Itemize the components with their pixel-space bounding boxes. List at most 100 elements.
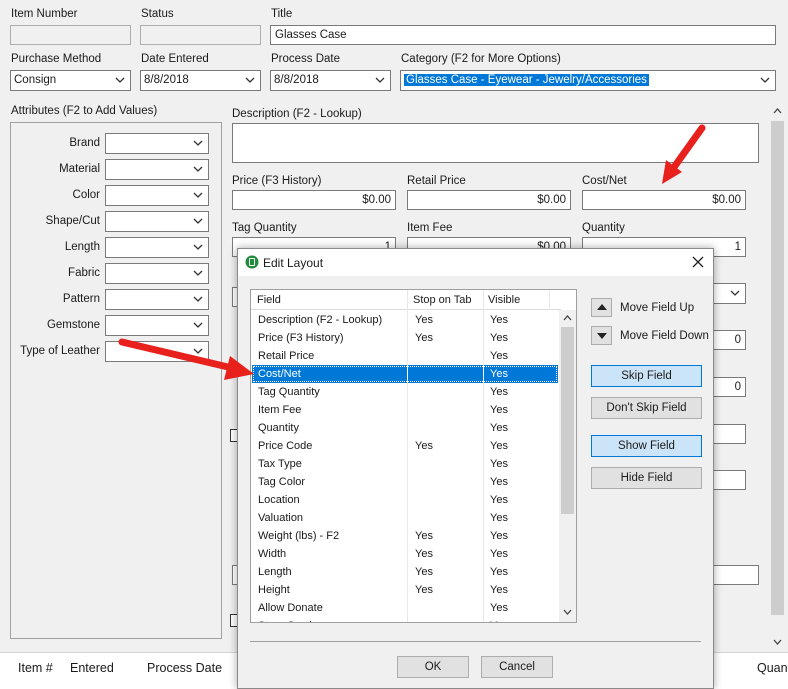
header-stop-on-tab[interactable]: Stop on Tab xyxy=(413,294,472,306)
attribute-select[interactable] xyxy=(105,133,209,154)
grid-row[interactable]: Price Code Yes Yes xyxy=(252,437,558,455)
row-visible: Yes xyxy=(490,350,508,362)
skip-field-button[interactable]: Skip Field xyxy=(591,365,702,387)
show-field-button[interactable]: Show Field xyxy=(591,435,702,457)
row-field: Store Section xyxy=(258,620,324,622)
scroll-down-icon[interactable] xyxy=(773,638,782,646)
scroll-up-icon[interactable] xyxy=(773,107,782,115)
dont-skip-field-button[interactable]: Don't Skip Field xyxy=(591,397,702,419)
red-arrow-icon xyxy=(662,124,706,184)
grid-row[interactable]: Price (F3 History) Yes Yes xyxy=(252,329,558,347)
move-up-button[interactable] xyxy=(591,298,612,317)
attribute-label: Length xyxy=(64,241,100,253)
grid-row[interactable]: Location Yes xyxy=(252,491,558,509)
grid-row[interactable]: Retail Price Yes xyxy=(252,347,558,365)
retail-price-field[interactable]: $0.00 xyxy=(407,190,571,210)
chevron-down-icon xyxy=(192,137,204,149)
category-value: Glasses Case - Eyewear - Jewelry/Accesso… xyxy=(404,74,649,86)
grid-row[interactable]: Valuation Yes xyxy=(252,509,558,527)
process-date-picker[interactable]: 8/8/2018 xyxy=(270,70,391,91)
price-field[interactable]: $0.00 xyxy=(232,190,396,210)
item-fee-label: Item Fee xyxy=(407,222,453,234)
attribute-select[interactable] xyxy=(105,237,209,258)
row-field: Description (F2 - Lookup) xyxy=(258,314,383,326)
grid-row[interactable]: Allow Donate Yes xyxy=(252,599,558,617)
grid-header: Field Stop on Tab Visible xyxy=(251,290,561,310)
grid-scrollbar-thumb[interactable] xyxy=(561,327,574,514)
move-down-button[interactable] xyxy=(591,326,612,345)
hide-field-button[interactable]: Hide Field xyxy=(591,467,702,489)
attribute-select[interactable] xyxy=(105,289,209,310)
grid-row[interactable]: Length Yes Yes xyxy=(252,563,558,581)
purchase-method-value: Consign xyxy=(14,74,57,86)
row-field: Tag Color xyxy=(258,476,306,488)
row-field: Location xyxy=(258,494,300,506)
item-number-field[interactable] xyxy=(10,25,131,45)
grid-row[interactable]: Weight (lbs) - F2 Yes Yes xyxy=(252,527,558,545)
form-scrollbar-thumb[interactable] xyxy=(771,121,784,615)
attribute-select[interactable] xyxy=(105,159,209,180)
grid-row[interactable]: Tax Type Yes xyxy=(252,455,558,473)
row-stop-on-tab: Yes xyxy=(415,584,433,596)
grid-row[interactable]: Height Yes Yes xyxy=(252,581,558,599)
grid-row[interactable]: Quantity Yes xyxy=(252,419,558,437)
cancel-button[interactable]: Cancel xyxy=(481,656,553,678)
cost-net-field[interactable]: $0.00 xyxy=(582,190,746,210)
column-item-number[interactable]: Item # xyxy=(18,661,53,675)
quantity-label: Quantity xyxy=(582,222,625,234)
grid-row[interactable]: Item Fee Yes xyxy=(252,401,558,419)
dialog-titlebar[interactable]: Edit Layout xyxy=(238,249,713,276)
scroll-up-icon[interactable] xyxy=(563,314,572,322)
form-scrollbar[interactable] xyxy=(769,104,786,650)
grid-row[interactable]: Store Section Yes xyxy=(252,617,558,622)
chevron-down-icon xyxy=(192,319,204,331)
row-visible: Yes xyxy=(490,314,508,326)
status-field[interactable] xyxy=(140,25,261,45)
header-visible[interactable]: Visible xyxy=(488,294,520,306)
row-visible: Yes xyxy=(490,332,508,344)
cost-net-label: Cost/Net xyxy=(582,175,627,187)
title-field[interactable]: Glasses Case xyxy=(270,25,776,45)
move-down-label[interactable]: Move Field Down xyxy=(620,330,709,342)
grid-row[interactable]: Width Yes Yes xyxy=(252,545,558,563)
column-quantity[interactable]: Quan xyxy=(757,661,788,675)
dialog-title: Edit Layout xyxy=(263,256,324,270)
fields-grid: Field Stop on Tab Visible Description (F… xyxy=(250,289,577,623)
row-visible: Yes xyxy=(490,386,508,398)
chevron-down-icon xyxy=(192,163,204,175)
close-icon[interactable] xyxy=(692,256,704,268)
header-field[interactable]: Field xyxy=(257,294,281,306)
attribute-select[interactable] xyxy=(105,211,209,232)
date-entered-picker[interactable]: 8/8/2018 xyxy=(140,70,261,91)
grid-scrollbar[interactable] xyxy=(559,310,576,622)
attribute-select[interactable] xyxy=(105,263,209,284)
grid-row[interactable]: Description (F2 - Lookup) Yes Yes xyxy=(252,311,558,329)
row-field: Retail Price xyxy=(258,350,315,362)
category-label: Category (F2 for More Options) xyxy=(401,53,561,65)
retail-price-label: Retail Price xyxy=(407,175,466,187)
cell-divider xyxy=(483,365,484,383)
column-process-date[interactable]: Process Date xyxy=(147,661,222,675)
column-divider xyxy=(549,290,550,310)
category-select[interactable]: Glasses Case - Eyewear - Jewelry/Accesso… xyxy=(400,70,776,91)
move-up-label[interactable]: Move Field Up xyxy=(620,302,694,314)
row-field: Width xyxy=(258,548,287,560)
scroll-down-icon[interactable] xyxy=(563,608,572,616)
row-visible: Yes xyxy=(490,620,508,622)
ok-button[interactable]: OK xyxy=(397,656,469,678)
purchase-method-select[interactable]: Consign xyxy=(10,70,131,91)
attribute-label: Brand xyxy=(69,137,100,149)
attribute-select[interactable] xyxy=(105,185,209,206)
row-visible: Yes xyxy=(490,548,508,560)
row-stop-on-tab: Yes xyxy=(415,530,433,542)
item-number-label: Item Number xyxy=(11,8,78,20)
chevron-down-icon xyxy=(729,287,741,299)
row-field: Item Fee xyxy=(258,404,302,416)
grid-row[interactable]: Cost/Net Yes xyxy=(252,365,558,383)
attribute-select[interactable] xyxy=(105,315,209,336)
grid-row[interactable]: Tag Color Yes xyxy=(252,473,558,491)
row-visible: Yes xyxy=(490,512,508,524)
column-entered[interactable]: Entered xyxy=(70,661,114,675)
grid-row[interactable]: Tag Quantity Yes xyxy=(252,383,558,401)
row-stop-on-tab: Yes xyxy=(415,332,433,344)
